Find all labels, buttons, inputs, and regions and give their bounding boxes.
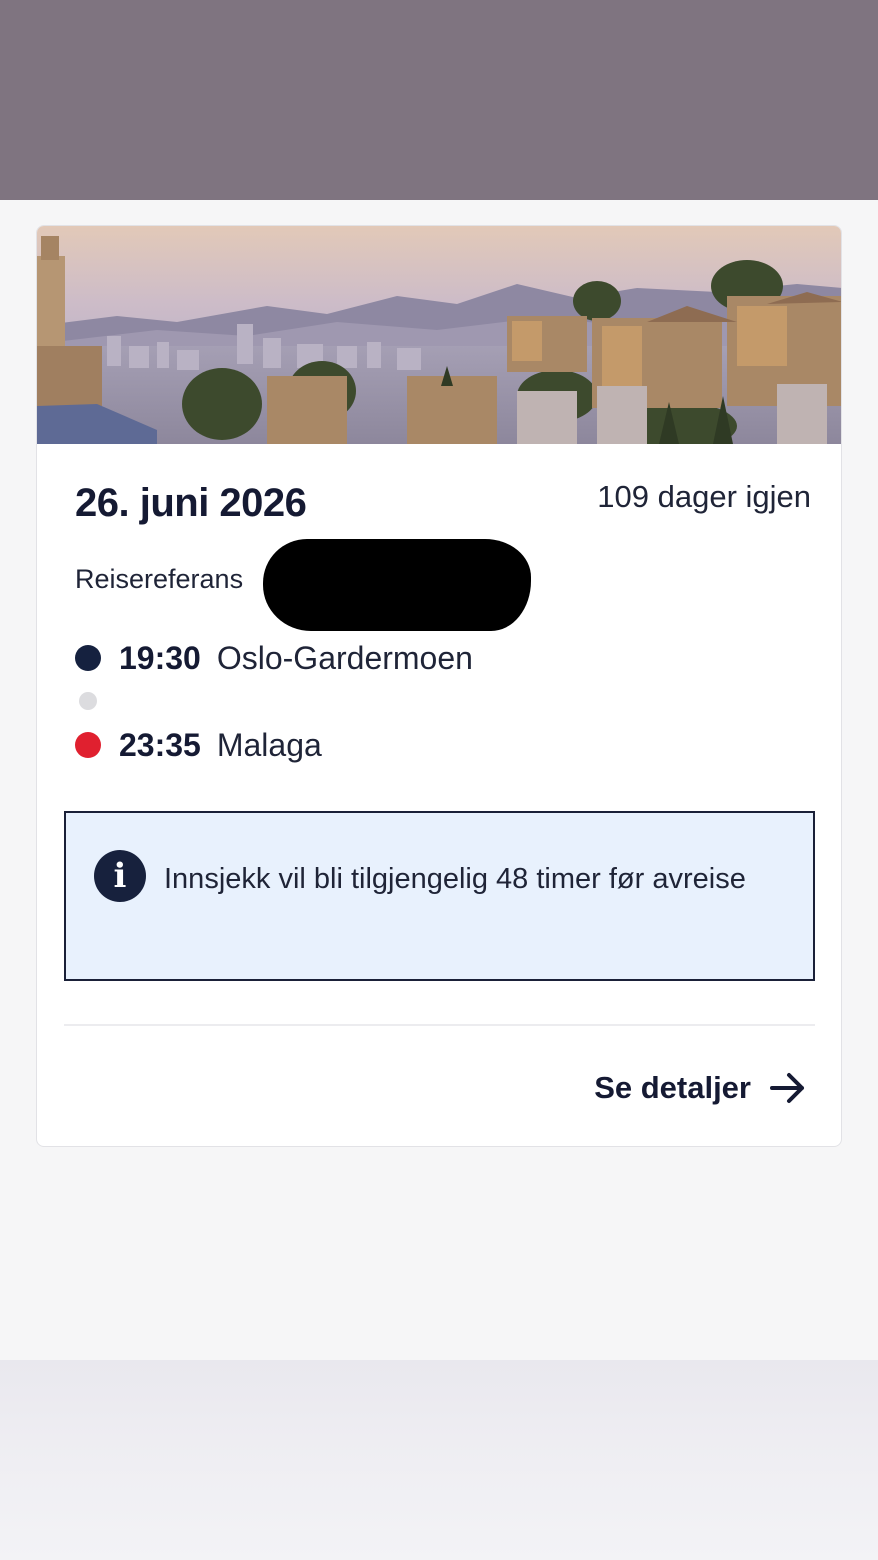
destination-image xyxy=(37,226,841,444)
arrival-row: 23:35 Malaga xyxy=(75,725,322,765)
travel-date: 26. juni 2026 xyxy=(75,481,307,525)
departure-time: 19:30 xyxy=(119,639,201,676)
arrow-right-icon xyxy=(770,1073,804,1103)
departure-airport: Oslo-Gardermoen xyxy=(216,639,473,676)
arrival-airport: Malaga xyxy=(216,726,322,763)
see-details-label: Se detaljer xyxy=(594,1070,751,1105)
checkin-info-text: Innsjekk vil bli tilgjengelig 48 timer f… xyxy=(164,863,746,895)
departure-dot-icon xyxy=(75,645,101,671)
checkin-info-box: i Innsjekk vil bli tilgjengelig 48 timer… xyxy=(64,811,815,981)
departure-row: 19:30 Oslo-Gardermoen xyxy=(75,638,473,678)
redaction-mark xyxy=(263,539,531,631)
info-icon: i xyxy=(94,850,146,902)
see-details-button[interactable]: Se detaljer xyxy=(594,1064,807,1112)
arrival-time: 23:35 xyxy=(119,726,201,763)
trip-card: 26. juni 2026 109 dager igjen Reiserefer… xyxy=(36,225,842,1147)
bottom-overlay-band xyxy=(0,1360,878,1560)
status-overlay-band xyxy=(0,0,878,200)
divider xyxy=(64,1024,815,1026)
route-connector-dot xyxy=(79,692,97,710)
arrival-dot-icon xyxy=(75,732,101,758)
days-remaining: 109 dager igjen xyxy=(597,479,811,514)
booking-reference-label: Reisereferans xyxy=(75,564,244,594)
